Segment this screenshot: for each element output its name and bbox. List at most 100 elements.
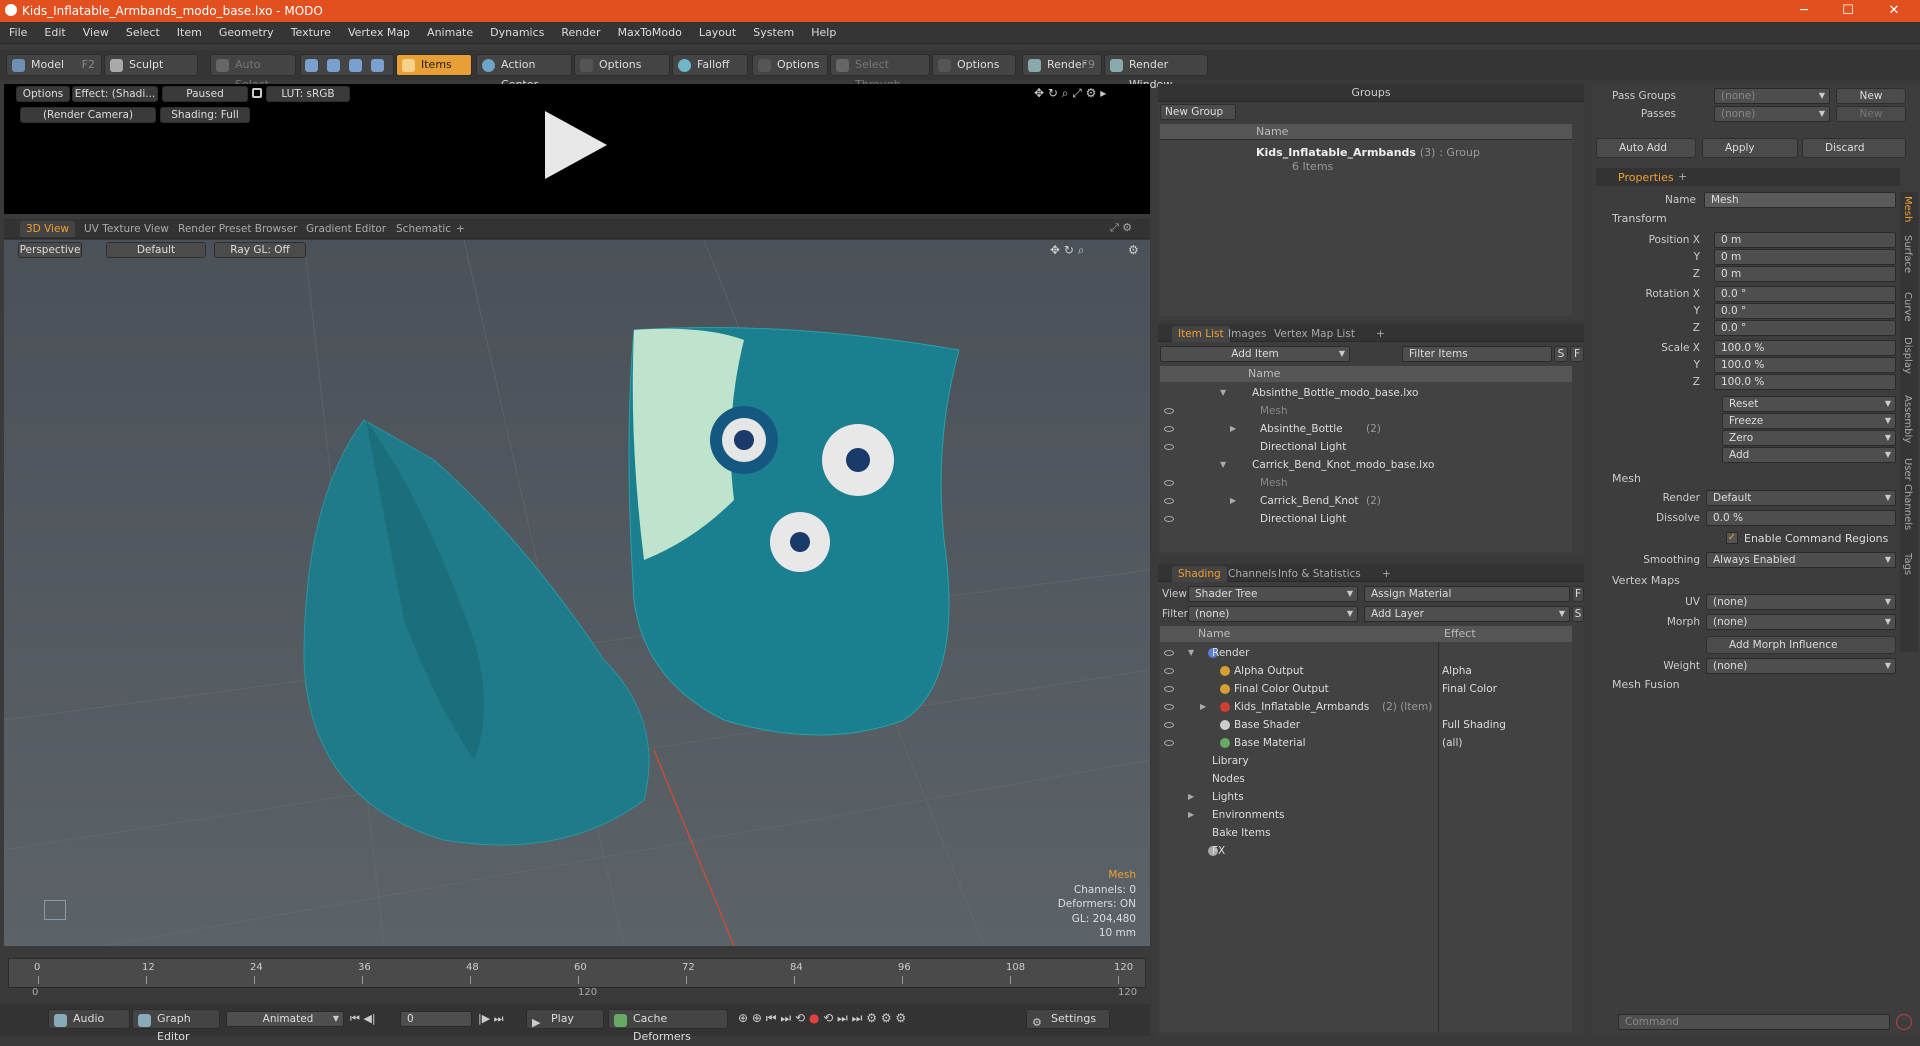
side-tab[interactable]: Display — [1902, 337, 1913, 374]
side-tab[interactable]: Mesh — [1902, 196, 1913, 222]
visibility-eye-icon[interactable] — [1164, 426, 1174, 432]
shader-effect[interactable]: Full Shading — [1442, 716, 1506, 734]
shader-tree[interactable]: ▼ Render Alpha Output Alpha Final Color Outp… — [1160, 642, 1572, 1032]
zero-dropdown[interactable]: Zero — [1722, 430, 1896, 446]
side-tab[interactable]: User Channels — [1902, 458, 1913, 530]
visibility-eye-icon[interactable] — [1164, 740, 1174, 746]
mesh-fusion-section[interactable]: Mesh Fusion — [1612, 678, 1680, 691]
settings-button[interactable]: ⚙ Settings — [1026, 1009, 1110, 1029]
visibility-eye-icon[interactable] — [1164, 704, 1174, 710]
graph-editor-button[interactable]: Graph Editor — [132, 1009, 220, 1043]
item-list-row[interactable]: Directional Light — [1160, 438, 1572, 456]
shader-tree-row[interactable]: ▼ Render — [1160, 644, 1572, 662]
menu-animate[interactable]: Animate — [418, 22, 481, 39]
tab-images[interactable]: Images — [1222, 326, 1272, 342]
render-camera-dropdown[interactable]: (Render Camera) — [20, 107, 156, 123]
shader-effect[interactable]: Alpha — [1442, 662, 1472, 680]
tab-render-preset-browser[interactable]: Render Preset Browser — [172, 221, 303, 237]
dissolve-field[interactable]: 0.0 % — [1706, 510, 1896, 526]
search-f-button[interactable]: F — [1570, 346, 1584, 362]
item-list-row[interactable]: Directional Light — [1160, 510, 1572, 528]
polygons-mode-icon[interactable] — [349, 59, 362, 72]
minimize-button[interactable]: ─ — [1782, 0, 1826, 22]
add-tab-button[interactable]: + — [450, 221, 471, 237]
tab-gradient-editor[interactable]: Gradient Editor — [300, 221, 392, 237]
add-item-dropdown[interactable]: Add Item — [1160, 346, 1350, 362]
expand-arrow-icon[interactable]: ▶ — [1188, 806, 1194, 824]
visibility-eye-icon[interactable] — [1164, 686, 1174, 692]
filter-items-field[interactable]: Filter Items — [1402, 346, 1552, 362]
visibility-eye-icon[interactable] — [1164, 480, 1174, 486]
menu-select[interactable]: Select — [117, 22, 168, 39]
side-tab[interactable]: Surface — [1902, 235, 1913, 273]
transform-value-field[interactable]: 100.0 % — [1714, 374, 1896, 390]
timeline[interactable]: 0 12 24 36 48 60 72 84 96 108 120 0 120 120 — [4, 950, 1150, 1000]
expand-arrow-icon[interactable]: ▶ — [1188, 788, 1194, 806]
weight-dropdown[interactable]: (none) — [1706, 658, 1896, 674]
action-center-options-button[interactable]: Options — [574, 54, 670, 76]
menu-system[interactable]: System — [744, 22, 802, 39]
shading-f-button[interactable]: F — [1572, 586, 1584, 602]
shader-tree-row[interactable]: Alpha Output Alpha — [1160, 662, 1572, 680]
enable-command-regions-checkbox[interactable]: ✓ — [1726, 532, 1738, 544]
shading-dropdown[interactable]: Shading: Full — [160, 107, 250, 123]
tab-uv-texture-view[interactable]: UV Texture View — [78, 221, 175, 237]
ray-gl-dropdown[interactable]: Ray GL: Off — [214, 242, 306, 258]
view-dropdown[interactable]: Shader Tree — [1188, 586, 1358, 602]
falloff-options-button[interactable]: Options — [752, 54, 828, 76]
item-list-row[interactable]: Mesh — [1160, 474, 1572, 492]
visibility-eye-icon[interactable] — [1164, 516, 1174, 522]
menu-vertex-map[interactable]: Vertex Map — [339, 22, 418, 39]
transport-back-buttons[interactable]: ⏮ ◀| — [350, 1012, 376, 1026]
visibility-eye-icon[interactable] — [1164, 650, 1174, 656]
add-dropdown[interactable]: Add — [1722, 447, 1896, 463]
side-tab[interactable]: Assembly — [1902, 395, 1913, 443]
new-group-button[interactable]: New Group — [1160, 104, 1236, 120]
perspective-dropdown[interactable]: Perspective — [18, 242, 82, 258]
shading-s-button[interactable]: S — [1572, 606, 1584, 622]
properties-tab[interactable]: Properties — [1618, 171, 1674, 184]
uv-dropdown[interactable]: (none) — [1706, 594, 1896, 610]
keyframe-tools-icons[interactable]: ⊕ ⊕ ⏮ ⏭ ⟲ ● ⟲ ⏭ ⏭ ⚙ ⚙ ⚙ — [738, 1011, 906, 1026]
add-morph-influence-button[interactable]: Add Morph Influence — [1706, 636, 1896, 654]
render-window-button[interactable]: Render Window — [1104, 54, 1208, 91]
command-stop-icon[interactable] — [1896, 1014, 1912, 1030]
shader-tree-row[interactable]: ▶ Lights — [1160, 788, 1572, 806]
transform-value-field[interactable]: 0.0 ° — [1714, 303, 1896, 319]
item-list[interactable]: ▼ Absinthe_Bottle_modo_base.lxo Mesh ▶ Absin… — [1160, 382, 1572, 552]
tab-schematic[interactable]: Schematic — [390, 221, 457, 237]
tab-shading[interactable]: Shading — [1172, 566, 1227, 582]
new-pass-button[interactable]: New — [1836, 106, 1906, 122]
tab-info-statistics[interactable]: Info & Statistics — [1272, 566, 1367, 582]
select-through-options-button[interactable]: Options — [932, 54, 1016, 76]
tab-3d-view[interactable]: 3D View — [20, 221, 76, 237]
groups-list[interactable]: Kids_Inflatable_Armbands (3) : Group 6 I… — [1160, 140, 1572, 316]
smoothing-dropdown[interactable]: Always Enabled — [1706, 552, 1896, 568]
shader-tree-row[interactable]: FX — [1160, 842, 1572, 860]
shader-effect[interactable]: (all) — [1442, 734, 1462, 752]
shader-tree-row[interactable]: Nodes — [1160, 770, 1572, 788]
render-button[interactable]: Render F9 — [1022, 54, 1102, 76]
side-tab[interactable]: Curve — [1902, 292, 1913, 322]
default-style-dropdown[interactable]: Default — [106, 242, 206, 258]
items-mode-button[interactable]: Items — [396, 54, 472, 76]
menu-maxtomodo[interactable]: MaxToModo — [609, 22, 690, 39]
shader-effect[interactable]: Final Color — [1442, 680, 1497, 698]
shader-tree-row[interactable]: Final Color Output Final Color — [1160, 680, 1572, 698]
render-dropdown[interactable]: Default — [1706, 490, 1896, 506]
transform-value-field[interactable]: 0 m — [1714, 232, 1896, 248]
expand-arrow-icon[interactable]: ▼ — [1220, 456, 1226, 474]
expand-arrow-icon[interactable]: ▶ — [1230, 492, 1236, 510]
close-button[interactable]: ✕ — [1872, 0, 1916, 22]
transform-value-field[interactable]: 100.0 % — [1714, 357, 1896, 373]
transform-value-field[interactable]: 0 m — [1714, 266, 1896, 282]
render-options-button[interactable]: Options — [16, 86, 70, 102]
passes-dropdown[interactable]: (none) — [1714, 106, 1830, 122]
item-list-row[interactable]: Mesh — [1160, 402, 1572, 420]
visibility-eye-icon[interactable] — [1164, 498, 1174, 504]
search-s-button[interactable]: S — [1554, 346, 1568, 362]
item-list-row[interactable]: ▶ Carrick_Bend_Knot (2) — [1160, 492, 1572, 510]
menu-render[interactable]: Render — [552, 22, 608, 39]
lock-icon[interactable] — [252, 88, 262, 98]
menu-item[interactable]: Item — [168, 22, 210, 39]
